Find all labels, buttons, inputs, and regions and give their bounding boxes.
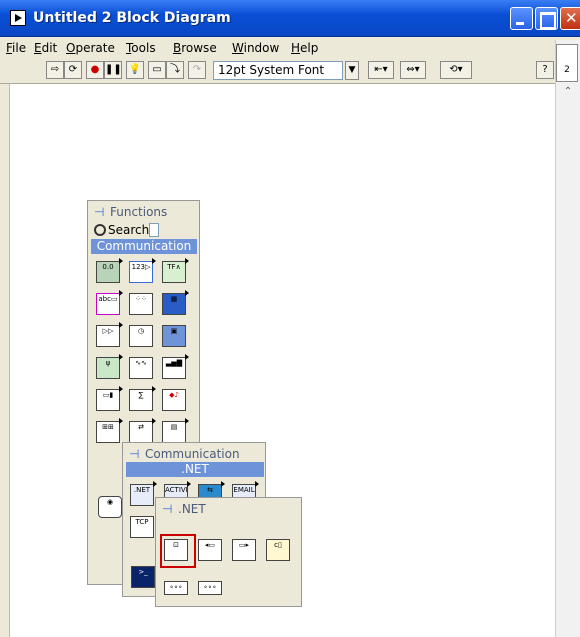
menu-edit[interactable]: Edit [34,41,57,55]
left-border [0,84,10,637]
mathematics-icon[interactable]: ∑ [125,384,157,416]
tcp-icon[interactable]: TCP [126,511,158,543]
help-button[interactable]: ? [536,61,554,79]
dotnet-icon[interactable]: .NET [126,479,158,511]
net-palette: ⊣ .NET ⊡ ◂▭ ▭▸ c▯ ∘∘∘ ∘∘∘ [155,497,302,607]
array-icon[interactable]: abc▭ [92,288,124,320]
dotnet-label: .NET [130,484,154,506]
motion-icon[interactable]: ▭▮ [92,384,124,416]
menu-help[interactable]: Help [291,41,318,55]
menu-operate[interactable]: Operate [66,41,115,55]
minimize-button[interactable] [510,7,533,30]
step-over-icon[interactable]: ↷ [188,61,206,79]
vi-icon[interactable]: 2 [556,44,578,82]
to-dotnet-object-icon[interactable]: c▯ [262,534,294,566]
pin-icon[interactable]: ⊣ [94,205,110,219]
title-bar[interactable]: Untitled 2 Block Diagram [0,0,580,37]
right-panel [555,40,580,637]
retain-wire-values-icon[interactable]: ▭ [148,61,166,79]
menu-bar: File Edit Operate Tools Browse Window He… [0,37,580,57]
search-input[interactable] [149,223,160,237]
string-icon[interactable]: TF∧ [158,256,190,288]
menu-tools[interactable]: Tools [126,41,156,55]
close-button[interactable] [560,7,580,30]
menu-file[interactable]: File [6,41,26,55]
functions-title: ⊣ Functions [94,205,168,219]
align-objects-icon[interactable]: ⇤▾ [368,61,394,79]
font-dropdown-arrow[interactable]: ▼ [345,61,359,80]
communication-title: ⊣ Communication [129,447,240,461]
waveform-icon[interactable]: ψ [92,352,124,384]
comparison-icon[interactable]: ▦ [158,288,190,320]
graphics-sound-icon[interactable]: ⊞⊞ [92,416,124,448]
run-continuously-icon[interactable]: ⟳ [64,61,82,79]
functions-grid: 0.0 123▷ TF∧ abc▭ ⁘⁘ ▦ ▷▷ ◷ ▣ ψ ∿∿ ▃▅▇ ▭… [92,256,191,448]
search-row[interactable]: Search [94,223,160,237]
file-io-icon[interactable]: ▣ [158,320,190,352]
run-arrow-icon[interactable]: ⇨ [46,61,64,79]
pin-icon[interactable]: ⊣ [162,502,178,516]
maximize-button[interactable] [535,7,558,30]
signal-icon[interactable]: ◆♪ [158,384,190,416]
instrument-io-icon[interactable]: ▃▅▇ [158,352,190,384]
pause-icon[interactable]: ❚❚ [104,61,122,79]
distribute-objects-icon[interactable]: ⇔▾ [400,61,426,79]
unregister-event-icon[interactable]: ∘∘∘ [194,572,226,604]
window-title: Untitled 2 Block Diagram [33,10,231,26]
font-selector[interactable]: 12pt System Font [213,61,343,80]
tcp-label: TCP [130,516,154,538]
numeric-icon[interactable]: 0.0 [92,256,124,288]
dialog-icon[interactable]: ◷ [125,320,157,352]
labview-icon [10,10,26,26]
analyze-icon[interactable]: ∿∿ [125,352,157,384]
abort-icon[interactable]: ● [86,61,104,79]
highlight-execution-icon[interactable]: 💡 [126,61,144,79]
timing-icon[interactable]: ▷▷ [92,320,124,352]
register-event-icon[interactable]: ∘∘∘ [160,572,192,604]
boolean-icon[interactable]: 123▷ [125,256,157,288]
menu-window[interactable]: Window [232,41,279,55]
pin-icon[interactable]: ⊣ [129,447,145,461]
category-header: Communication [91,239,197,254]
scroll-up-arrow[interactable]: ⌃ [561,86,575,98]
search-icon [94,224,106,236]
step-into-icon[interactable]: ⤵ [166,61,184,79]
net-category-header: .NET [126,462,264,477]
reorder-icon[interactable]: ⟲▾ [440,61,472,79]
invoke-node-icon[interactable]: ▭▸ [228,534,260,566]
net-title: ⊣ .NET [162,502,206,516]
toolbar: ⇨ ⟳ ● ❚❚ 💡 ▭ ⤵ ↷ 12pt System Font ▼ ⇤▾ ⇔… [0,57,580,84]
cluster-icon[interactable]: ⁘⁘ [125,288,157,320]
property-node-icon[interactable]: ◂▭ [194,534,226,566]
menu-browse[interactable]: Browse [173,41,217,55]
net-grid-row2: ∘∘∘ ∘∘∘ [160,572,228,604]
selection-highlight [160,534,196,568]
